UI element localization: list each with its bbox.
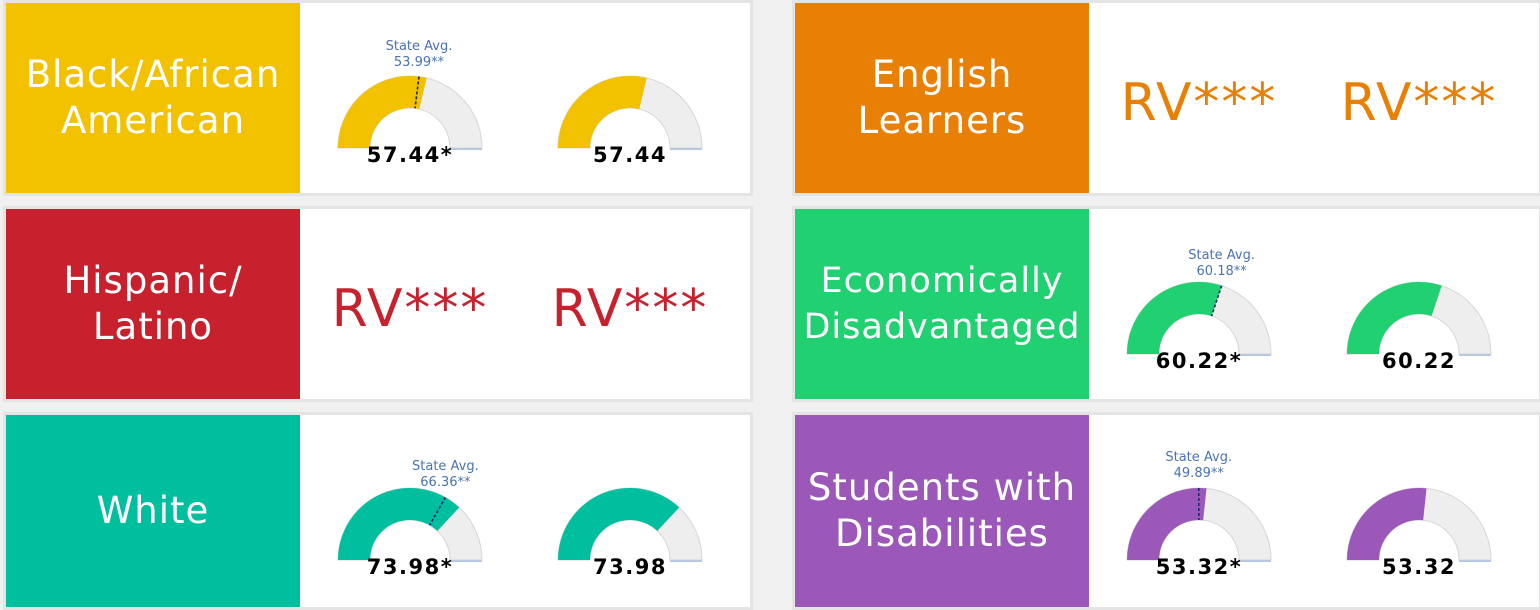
gauge-fill (1127, 282, 1222, 354)
state-avg-annotation: State Avg. 53.99** (359, 39, 479, 71)
group-label-line: English (871, 53, 1013, 96)
group-label-line: Disadvantaged (803, 307, 1081, 347)
gauge-value: 57.44* (366, 143, 454, 167)
group-label-line: White (96, 489, 210, 532)
state-avg-label: State Avg. (1188, 247, 1255, 263)
gauge-fill (1127, 488, 1207, 560)
state-avg-annotation: State Avg. 60.18** (1162, 248, 1282, 280)
card-economically-disadvantaged: Economically Disadvantaged State Avg. 60… (792, 206, 1540, 402)
group-label-line: American (60, 99, 246, 142)
state-avg-label: State Avg. (412, 459, 479, 475)
card-white: White State Avg. 66.36** 73.98* 73.98 (3, 412, 753, 610)
gauge-with-state-avg: State Avg. 49.89** 53.32* (1089, 415, 1309, 607)
rv-slot: RV*** (1309, 3, 1529, 193)
rv-text: RV*** (1340, 73, 1498, 133)
rv-text: RV*** (331, 279, 489, 339)
state-avg-value: 66.36** (420, 475, 471, 491)
state-avg-value: 53.99** (393, 54, 445, 70)
gauge-with-state-avg: State Avg. 53.99** 57.44* (300, 3, 520, 193)
gauge: 53.32 (1309, 415, 1529, 607)
rv-slot: RV*** (520, 209, 740, 399)
state-avg-annotation: State Avg. 66.36** (385, 459, 505, 491)
card-students-with-disabilities: Students with Disabilities State Avg. 49… (792, 412, 1540, 610)
gauge-with-state-avg: State Avg. 60.18** 60.22* (1089, 209, 1309, 399)
card-black-african-american: Black/African American State Avg. 53.99*… (3, 0, 753, 196)
group-label-box: Black/African American (6, 3, 300, 193)
group-label-line: Learners (857, 99, 1027, 142)
group-label-line: Hispanic/ (63, 259, 243, 302)
gauge-value: 60.22* (1155, 349, 1243, 373)
gauge-value: 53.32* (1155, 555, 1243, 579)
group-label-line: Latino (92, 305, 214, 348)
state-avg-value: 49.89** (1173, 466, 1224, 481)
group-label-box: English Learners (795, 3, 1089, 193)
state-avg-label: State Avg. (1165, 450, 1233, 465)
rv-text: RV*** (551, 279, 709, 339)
group-label-line: Disabilities (835, 512, 1049, 555)
gauge-value: 73.98 (593, 555, 667, 579)
left-column: Black/African American State Avg. 53.99*… (3, 0, 753, 610)
gauge-fill (338, 487, 460, 560)
gauge: 60.22 (1309, 209, 1529, 399)
rv-slot: RV*** (300, 209, 520, 399)
group-label-line: Black/African (25, 53, 281, 96)
state-avg-annotation: State Avg. 49.89** (1139, 450, 1259, 482)
gauge-with-state-avg: State Avg. 66.36** 73.98* (300, 415, 520, 607)
right-column: English Learners RV*** RV*** Economicall… (792, 0, 1540, 610)
gauge-fill (558, 76, 647, 148)
gauge-value: 73.98* (366, 555, 454, 579)
gauge-fill (558, 487, 680, 560)
group-label-box: Economically Disadvantaged (795, 209, 1089, 399)
gauge-value: 53.32 (1382, 555, 1456, 579)
gauge-value: 60.22 (1382, 349, 1456, 373)
rv-text: RV*** (1120, 73, 1278, 133)
group-label-line: Economically (820, 261, 1064, 301)
gauge: 57.44 (520, 3, 740, 193)
group-label-box: White (6, 415, 300, 607)
gauge: 73.98 (520, 415, 740, 607)
gauge-fill (338, 76, 427, 148)
gauge-fill (1347, 282, 1442, 354)
card-hispanic-latino: Hispanic/ Latino RV*** RV*** (3, 206, 753, 402)
group-label-box: Hispanic/ Latino (6, 209, 300, 399)
gauge-fill (1347, 488, 1427, 560)
card-english-learners: English Learners RV*** RV*** (792, 0, 1540, 196)
state-avg-label: State Avg. (385, 38, 453, 54)
group-label-line: Students with (807, 466, 1077, 509)
group-label-box: Students with Disabilities (795, 415, 1089, 607)
rv-slot: RV*** (1089, 3, 1309, 193)
gauge-value: 57.44 (593, 143, 667, 167)
state-avg-value: 60.18** (1196, 263, 1247, 279)
